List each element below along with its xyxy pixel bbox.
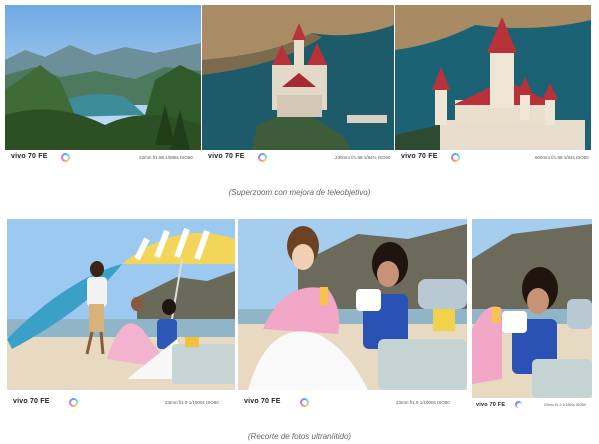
brand-label: vivo 70 FE (401, 153, 438, 160)
landscape-photo-wide (5, 5, 201, 150)
castle-photo-medium-zoom (202, 5, 394, 150)
brand-label: vivo 70 FE (11, 153, 48, 160)
camera-logo-icon (451, 153, 460, 162)
beach-photo-wide (7, 219, 235, 390)
photo-info-strip: vivo 70 FE 23mm f/1.88 1/985s ISO50 (5, 150, 201, 166)
exif-label: 23mm f/1.9 1/1900s ISO50 (544, 403, 586, 407)
beach-photo-medium-crop (238, 219, 467, 390)
photo-info-strip: vivo 70 FE 600mm f/1.88 1/84s ISO50 (395, 150, 591, 166)
camera-logo-icon (515, 401, 522, 408)
top-row-caption: (Superzoom con mejora de teleobjetivo) (228, 188, 371, 197)
camera-logo-icon (300, 398, 309, 407)
camera-logo-icon (258, 153, 267, 162)
photo-info-strip: vivo 70 FE 23mm f/1.9 1/1900s ISO50 (238, 395, 467, 411)
brand-label: vivo 70 FE (244, 398, 281, 405)
brand-label: vivo 70 FE (208, 153, 245, 160)
brand-label: vivo 70 FE (13, 398, 50, 405)
exif-label: 230mm f/1.88 1/84% ISO50 (335, 155, 391, 160)
photo-info-strip: vivo 70 FE 230mm f/1.88 1/84% ISO50 (202, 150, 394, 166)
bottom-row-caption: (Recorte de fotos ultraníitido) (247, 432, 352, 441)
castle-photo-high-zoom (395, 5, 591, 150)
portrait-photo-close-crop (472, 219, 592, 398)
exif-label: 23mm f/1.9 1/1900s ISO50 (396, 400, 450, 405)
exif-label: 23mm f/1.9 1/1900s ISO50 (165, 400, 219, 405)
brand-label: vivo 70 FE (476, 402, 506, 408)
exif-label: 600mm f/1.88 1/84s ISO50 (535, 155, 589, 160)
camera-logo-icon (69, 398, 78, 407)
photo-info-strip: vivo 70 FE 23mm f/1.9 1/1900s ISO50 (472, 398, 592, 412)
exif-label: 23mm f/1.88 1/985s ISO50 (139, 155, 193, 160)
camera-logo-icon (61, 153, 70, 162)
photo-info-strip: vivo 70 FE 23mm f/1.9 1/1900s ISO50 (7, 395, 235, 411)
